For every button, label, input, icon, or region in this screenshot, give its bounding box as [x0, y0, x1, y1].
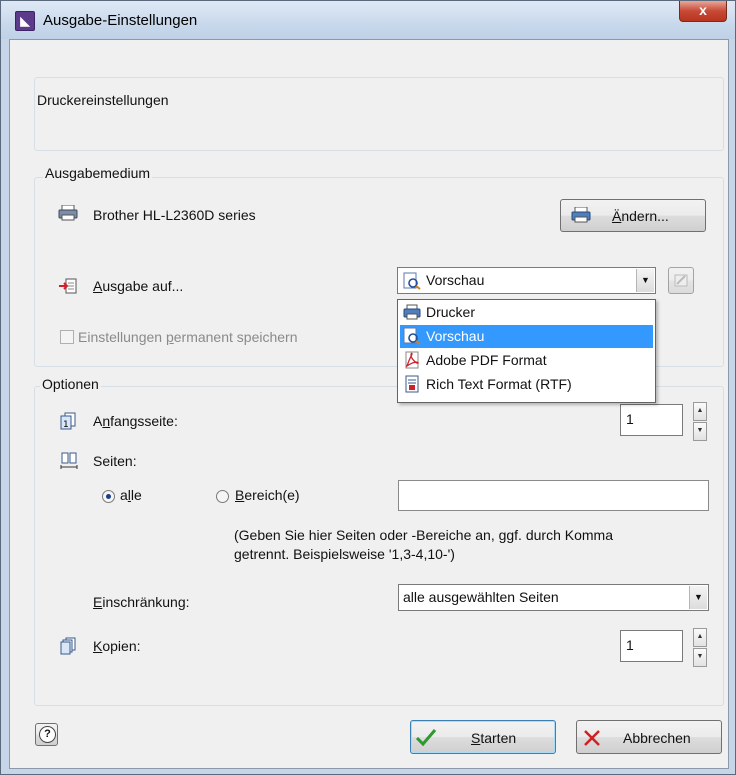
- dropdown-item-vorschau[interactable]: Vorschau: [400, 325, 653, 348]
- output-target-label: Ausgabe auf...: [93, 278, 184, 294]
- options-title: Optionen: [40, 376, 101, 392]
- preview-icon: [403, 272, 421, 293]
- printer-settings-panel: [34, 77, 724, 151]
- start-page-label: Anfangsseite:: [93, 413, 178, 429]
- chevron-down-icon[interactable]: ▼: [636, 269, 654, 292]
- dropdown-item-drucker[interactable]: Drucker: [400, 301, 653, 324]
- copies-label: Kopien:: [93, 638, 141, 654]
- pages-range-label: Bereich(e): [235, 487, 300, 503]
- save-permanent-checkbox[interactable]: [60, 330, 74, 344]
- printer-icon: [571, 206, 591, 226]
- pages-all-label: alle: [120, 487, 142, 503]
- pages-icon: [60, 452, 78, 473]
- restriction-value: alle ausgewählten Seiten: [403, 589, 559, 605]
- pages-range-input[interactable]: [398, 480, 709, 511]
- output-medium-title: Ausgabemedium: [43, 165, 153, 181]
- window-title: Ausgabe-Einstellungen: [43, 12, 198, 29]
- copies-input[interactable]: 1: [620, 630, 683, 662]
- title-bar[interactable]: ◣ Ausgabe-Einstellungen x: [1, 1, 735, 39]
- output-target-dropdown-list[interactable]: Drucker Vorschau Adobe PDF Format Rich T…: [397, 299, 656, 403]
- copies-icon: [60, 637, 76, 658]
- dropdown-item-rtf[interactable]: Rich Text Format (RTF): [400, 373, 653, 396]
- dropdown-item-pdf[interactable]: Adobe PDF Format: [400, 349, 653, 372]
- printer-name: Brother HL-L2360D series: [93, 207, 256, 223]
- rtf-icon: [403, 375, 421, 400]
- change-printer-button[interactable]: Ändern...: [560, 199, 706, 232]
- output-selected-value: Vorschau: [426, 272, 485, 288]
- pages-label: Seiten:: [93, 453, 137, 469]
- range-hint-line2: getrennt. Beispielsweise '1,3-4,10-'): [234, 546, 455, 562]
- start-button-label: Starten: [471, 730, 517, 746]
- help-icon: ?: [39, 726, 56, 743]
- save-permanent-label: Einstellungen permanent speichern: [78, 329, 298, 345]
- printer-settings-label: Druckereinstellungen: [37, 92, 169, 108]
- copies-spinner[interactable]: ▲ ▼: [693, 628, 707, 667]
- printer-icon: [403, 304, 421, 327]
- dialog-window: ◣ Ausgabe-Einstellungen x Druckereinstel…: [0, 0, 736, 775]
- start-page-icon: 1: [60, 412, 76, 433]
- change-button-label: Ändern...: [612, 208, 669, 224]
- start-button[interactable]: Starten: [410, 720, 556, 754]
- app-icon: ◣: [15, 11, 35, 31]
- close-icon: x: [699, 2, 707, 18]
- start-page-input[interactable]: 1: [620, 404, 683, 436]
- pages-range-radio[interactable]: [216, 490, 229, 503]
- cancel-button[interactable]: Abbrechen: [576, 720, 722, 754]
- settings-disabled-icon: [673, 272, 689, 291]
- cancel-x-icon: [582, 728, 602, 751]
- dialog-client: Druckereinstellungen Ausgabemedium Broth…: [9, 39, 729, 769]
- start-page-spinner[interactable]: ▲ ▼: [693, 402, 707, 441]
- pages-all-radio[interactable]: [102, 490, 115, 503]
- range-hint-line1: (Geben Sie hier Seiten oder -Bereiche an…: [234, 527, 613, 543]
- restriction-select[interactable]: alle ausgewählten Seiten ▼: [398, 584, 709, 611]
- chevron-down-icon[interactable]: ▼: [689, 586, 707, 609]
- close-button[interactable]: x: [679, 1, 727, 22]
- output-target-select[interactable]: Vorschau ▼: [397, 267, 656, 294]
- printer-icon: [58, 204, 78, 224]
- checkmark-icon: [415, 727, 437, 750]
- help-button[interactable]: ?: [35, 723, 58, 746]
- restriction-label: Einschränkung:: [93, 594, 190, 610]
- output-settings-button[interactable]: [668, 267, 694, 294]
- cancel-button-label: Abbrechen: [623, 730, 691, 746]
- svg-text:1: 1: [63, 420, 69, 430]
- output-target-icon: [58, 278, 78, 297]
